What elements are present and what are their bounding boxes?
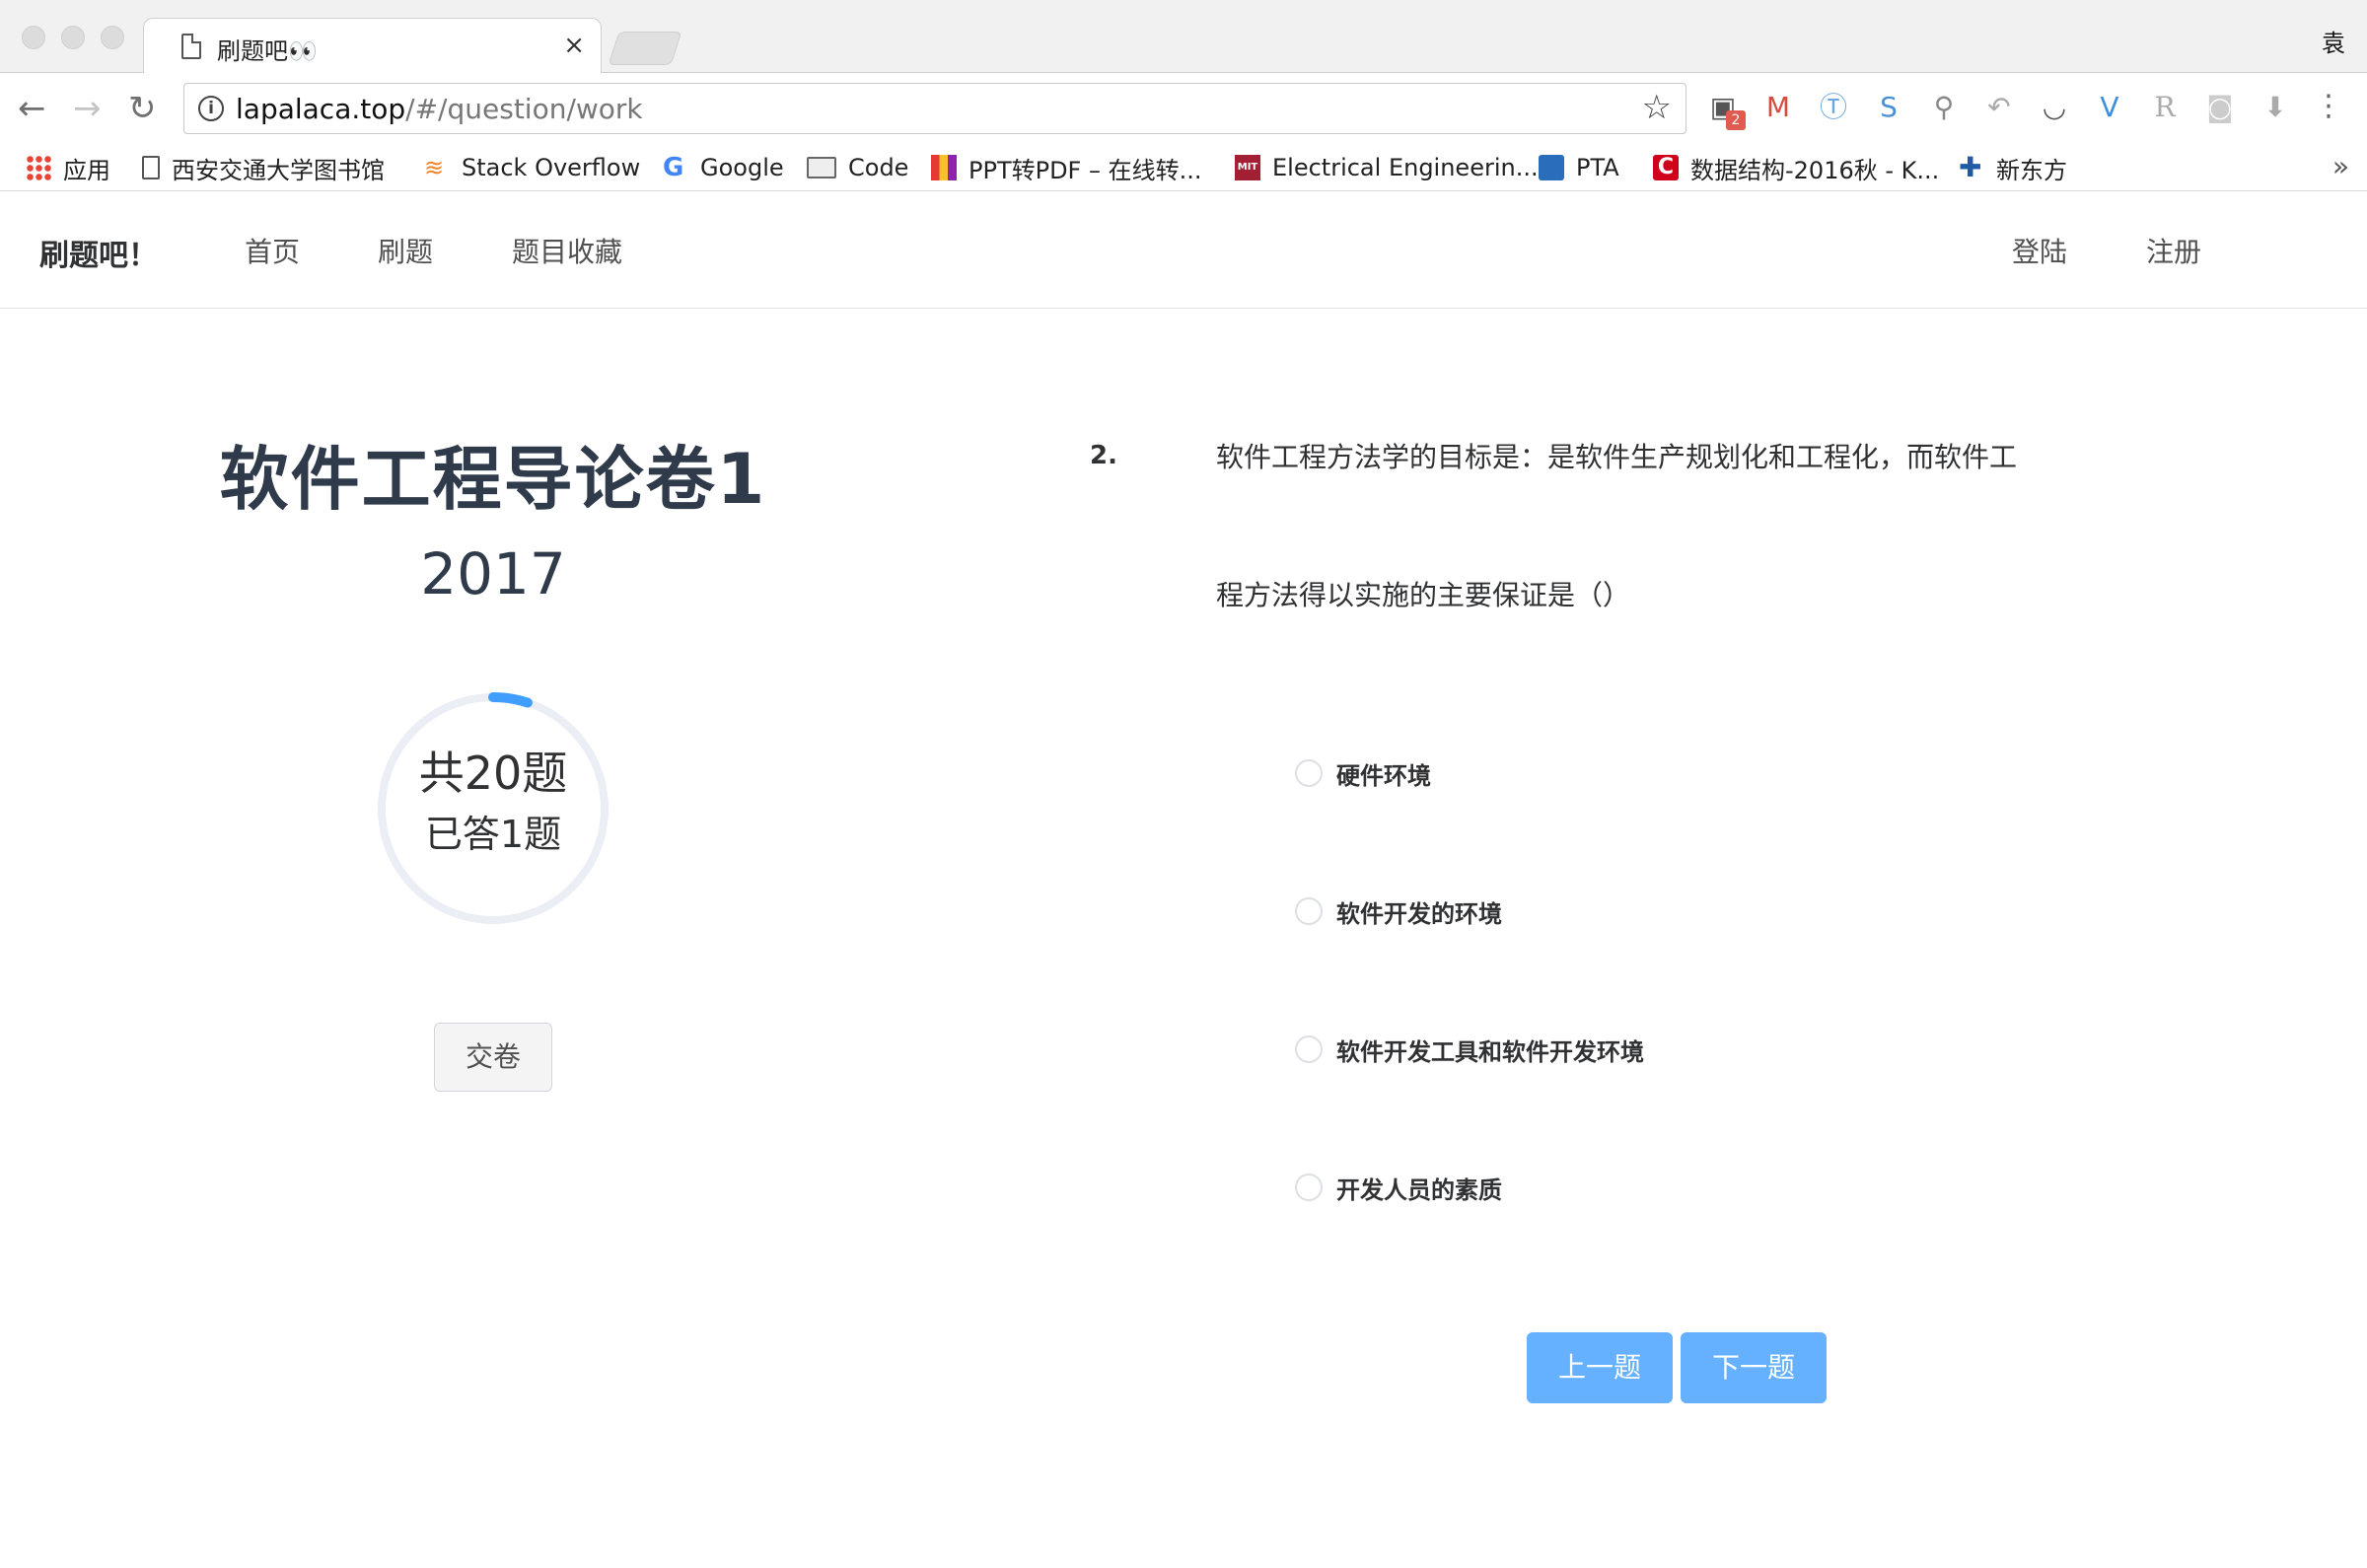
bookmark-label: Code (848, 154, 909, 181)
ppt-pdf-icon (931, 155, 957, 180)
gmail-icon[interactable]: M (1761, 91, 1795, 124)
reload-icon[interactable]: ↻ (128, 89, 157, 128)
bookmark-label: PPT转PDF – 在线转... (968, 156, 1202, 184)
question-text-line-1: 软件工程方法学的目标是：是软件生产规划化和工程化，而软件工 (1216, 441, 2018, 473)
browser-tab-strip: 刷题吧👀 × 袁 (0, 0, 2367, 74)
site-navbar: 刷题吧！ 首页 刷题 题目收藏 登陆 注册 (0, 191, 2367, 309)
option-b[interactable]: 软件开发的环境 (1295, 891, 1502, 931)
bookmark-label: Electrical Engineerin... (1272, 154, 1539, 181)
option-a[interactable]: 硬件环境 (1295, 753, 1431, 793)
profile-button[interactable]: 袁 (2322, 24, 2345, 58)
pocket-icon[interactable]: ◡ (2038, 91, 2071, 124)
url-host: lapalaca.top (236, 93, 406, 125)
r-extension-icon[interactable]: R (2148, 91, 2182, 124)
stackoverflow-icon: ≋ (424, 154, 445, 181)
option-label: 软件开发的环境 (1336, 899, 1502, 928)
radio-button[interactable] (1295, 1035, 1323, 1063)
bookmark-pta[interactable]: PTA (1539, 150, 1619, 185)
bookmark-stack-overflow[interactable]: ≋ Stack Overflow (424, 150, 640, 185)
site-info-icon[interactable]: i (198, 96, 224, 121)
browser-menu-icon[interactable]: ⋮ (2314, 87, 2343, 126)
total-count: 共20题 (418, 747, 568, 800)
tab-close-button[interactable]: × (563, 31, 585, 60)
option-label: 硬件环境 (1336, 761, 1431, 790)
next-question-button[interactable]: 下一题 (1681, 1332, 1827, 1403)
forward-arrow-icon[interactable]: → (73, 89, 102, 128)
option-c[interactable]: 软件开发工具和软件开发环境 (1295, 1030, 1644, 1069)
bookmark-label: Google (700, 154, 784, 181)
bookmark-label: 应用 (63, 156, 110, 184)
download-icon[interactable]: ⬇ (2259, 91, 2292, 124)
back-arrow-icon[interactable]: ← (18, 89, 46, 128)
site-brand[interactable]: 刷题吧！ (39, 231, 158, 274)
bookmark-label: 新东方 (1996, 156, 2067, 184)
page-icon (181, 34, 201, 59)
radio-button[interactable] (1295, 1174, 1323, 1201)
option-label: 开发人员的素质 (1336, 1176, 1502, 1204)
bookmark-label: Stack Overflow (462, 154, 641, 181)
mit-ocw-icon: MIT (1235, 155, 1260, 180)
browser-toolbar: ← → ↻ i lapalaca.top/#/question/work ☆ ▣… (0, 73, 2367, 146)
page-icon (142, 156, 160, 179)
radio-button[interactable] (1295, 759, 1323, 787)
folder-icon (807, 157, 836, 178)
bookmark-xdf[interactable]: ✚ 新东方 (1959, 150, 2067, 185)
bookmark-label: PTA (1576, 154, 1619, 181)
bookmark-xjtu-library[interactable]: 西安交通大学图书馆 (142, 150, 385, 185)
camera-icon[interactable]: ◙ (2203, 91, 2237, 124)
option-label: 软件开发工具和软件开发环境 (1336, 1037, 1644, 1066)
address-bar[interactable]: i lapalaca.top/#/question/work ☆ (183, 83, 1686, 134)
apps-grid-icon (26, 155, 51, 180)
progress-circle: 共20题 已答1题 (375, 690, 611, 927)
question-number: 2. (1090, 441, 1117, 470)
c-icon: C (1653, 155, 1679, 180)
bookmark-code-folder[interactable]: Code (807, 150, 908, 185)
answered-count: 已答1题 (424, 813, 562, 856)
tab-title: 刷题吧👀 (217, 37, 318, 65)
nav-link-practice[interactable]: 刷题 (378, 231, 433, 270)
window-close-button[interactable] (22, 26, 45, 49)
bookmark-apps[interactable]: 应用 (26, 150, 110, 185)
window-minimize-button[interactable] (61, 26, 85, 49)
bulb-icon[interactable]: ⚲ (1927, 91, 1961, 124)
translate-icon[interactable]: Ⓣ (1817, 91, 1850, 124)
submit-exam-button[interactable]: 交卷 (434, 1023, 552, 1092)
exam-year: 2017 (420, 540, 566, 607)
radio-button[interactable] (1295, 897, 1323, 925)
reply-icon[interactable]: ↶ (1982, 91, 2016, 124)
bookmark-data-structures[interactable]: C 数据结构-2016秋 - K... (1653, 150, 1939, 185)
browser-tab-active[interactable]: 刷题吧👀 × (143, 18, 602, 74)
bookmark-mit-ocw[interactable]: MIT Electrical Engineerin... (1235, 150, 1539, 185)
google-icon: G (663, 153, 684, 182)
bookmarks-overflow-button[interactable]: » (2332, 150, 2349, 182)
url-text[interactable]: lapalaca.top/#/question/work (236, 93, 643, 125)
nav-link-home[interactable]: 首页 (245, 231, 300, 270)
bookmark-google[interactable]: G Google (663, 150, 784, 185)
url-path: /#/question/work (405, 93, 643, 125)
extension-badge: 2 (1726, 110, 1746, 130)
question-text-line-2: 程方法得以实施的主要保证是（） (1216, 579, 1631, 611)
bookmark-star-icon[interactable]: ☆ (1642, 88, 1672, 127)
bookmark-label: 西安交通大学图书馆 (172, 156, 385, 184)
option-d[interactable]: 开发人员的素质 (1295, 1168, 1502, 1207)
pta-icon (1539, 155, 1564, 180)
xdf-icon: ✚ (1959, 151, 1982, 183)
v-extension-icon[interactable]: V (2093, 91, 2126, 124)
nav-link-login[interactable]: 登陆 (2012, 231, 2067, 270)
nav-link-favorites[interactable]: 题目收藏 (512, 231, 622, 270)
nav-link-register[interactable]: 注册 (2146, 231, 2201, 270)
bookmarks-bar: 应用 西安交通大学图书馆 ≋ Stack Overflow G Google C… (0, 146, 2367, 191)
new-tab-button[interactable] (608, 32, 682, 65)
prev-question-button[interactable]: 上一题 (1527, 1332, 1673, 1403)
s-extension-icon[interactable]: S (1872, 91, 1905, 124)
window-zoom-button[interactable] (101, 26, 124, 49)
bookmark-ppt-pdf[interactable]: PPT转PDF – 在线转... (931, 150, 1202, 185)
bookmark-label: 数据结构-2016秋 - K... (1690, 156, 1940, 184)
exam-title: 软件工程导论卷1 (219, 439, 767, 520)
